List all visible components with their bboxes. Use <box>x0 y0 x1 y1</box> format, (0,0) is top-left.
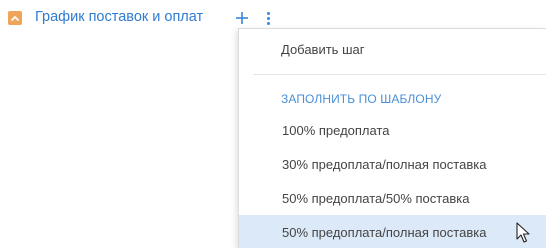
menu-item-template-100-prepay[interactable]: 100% предоплата <box>239 113 546 147</box>
plus-icon <box>236 12 248 24</box>
menu-item-add-step[interactable]: Добавить шаг <box>238 32 545 66</box>
section-title[interactable]: График поставок и оплат <box>35 9 203 25</box>
mouse-pointer-icon <box>516 222 530 243</box>
menu-item-template-50-prepay-full-delivery[interactable]: 50% предоплата/полная поставка <box>239 215 546 248</box>
more-options-button[interactable] <box>262 8 274 28</box>
menu-item-template-30-prepay-full-delivery[interactable]: 30% предоплата/полная поставка <box>239 147 546 181</box>
menu-divider <box>253 74 546 75</box>
menu-group-header: ЗАПОЛНИТЬ ПО ШАБЛОНУ <box>281 92 442 106</box>
collapse-toggle-button[interactable] <box>8 11 22 25</box>
chevron-up-icon <box>11 16 19 21</box>
more-vertical-icon <box>266 11 270 15</box>
actions-dropdown-menu: Добавить шаг ЗАПОЛНИТЬ ПО ШАБЛОНУ 100% п… <box>238 28 546 248</box>
app-root: График поставок и оплат Добавить шаг ЗАП… <box>0 0 546 248</box>
add-button[interactable] <box>232 8 252 28</box>
menu-item-template-50-prepay-50-delivery[interactable]: 50% предоплата/50% поставка <box>239 181 546 215</box>
